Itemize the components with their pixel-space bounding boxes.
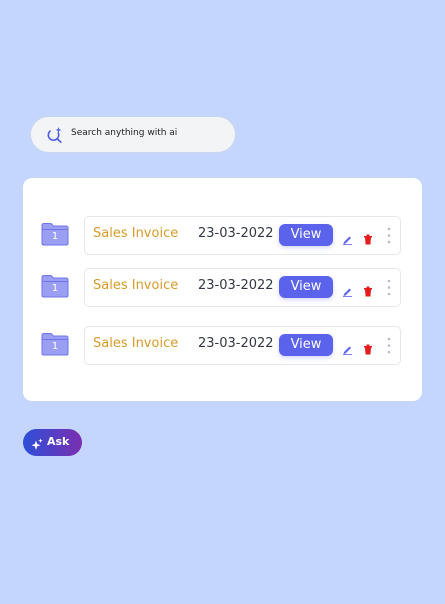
ask-button[interactable]: Ask [23, 429, 82, 456]
document-row: 1 Sales Invoice 23-03-2022 View [23, 326, 422, 365]
pencil-icon[interactable] [342, 340, 353, 355]
more-vertical-icon[interactable] [387, 337, 391, 354]
view-button[interactable]: View [279, 276, 333, 298]
document-name[interactable]: Sales Invoice [93, 278, 178, 293]
folder-number: 1 [51, 231, 59, 242]
folder-number: 1 [51, 341, 59, 352]
document-date: 23-03-2022 [198, 336, 274, 351]
folder-icon[interactable]: 1 [41, 274, 69, 298]
pencil-icon[interactable] [342, 282, 353, 297]
folder-icon[interactable]: 1 [41, 332, 69, 356]
document-date: 23-03-2022 [198, 226, 274, 241]
trash-icon[interactable] [363, 282, 373, 297]
ask-label: Ask [47, 435, 70, 448]
document-row: 1 Sales Invoice 23-03-2022 View [23, 268, 422, 307]
documents-panel: 1 Sales Invoice 23-03-2022 View 1 Sales … [23, 178, 422, 401]
document-card: Sales Invoice 23-03-2022 View [84, 216, 401, 255]
view-button[interactable]: View [279, 334, 333, 356]
folder-icon[interactable]: 1 [41, 222, 69, 246]
ai-search-icon [46, 126, 63, 144]
trash-icon[interactable] [363, 230, 373, 245]
document-row: 1 Sales Invoice 23-03-2022 View [23, 216, 422, 255]
more-vertical-icon[interactable] [387, 227, 391, 244]
document-card: Sales Invoice 23-03-2022 View [84, 326, 401, 365]
folder-number: 1 [51, 283, 59, 294]
trash-icon[interactable] [363, 340, 373, 355]
ai-search-bar[interactable]: Search anything with ai [30, 116, 236, 153]
more-vertical-icon[interactable] [387, 279, 391, 296]
pencil-icon[interactable] [342, 230, 353, 245]
sparkle-icon [31, 436, 43, 450]
search-input[interactable]: Search anything with ai [71, 128, 177, 138]
document-name[interactable]: Sales Invoice [93, 226, 178, 241]
document-date: 23-03-2022 [198, 278, 274, 293]
view-button[interactable]: View [279, 224, 333, 246]
document-name[interactable]: Sales Invoice [93, 336, 178, 351]
document-card: Sales Invoice 23-03-2022 View [84, 268, 401, 307]
